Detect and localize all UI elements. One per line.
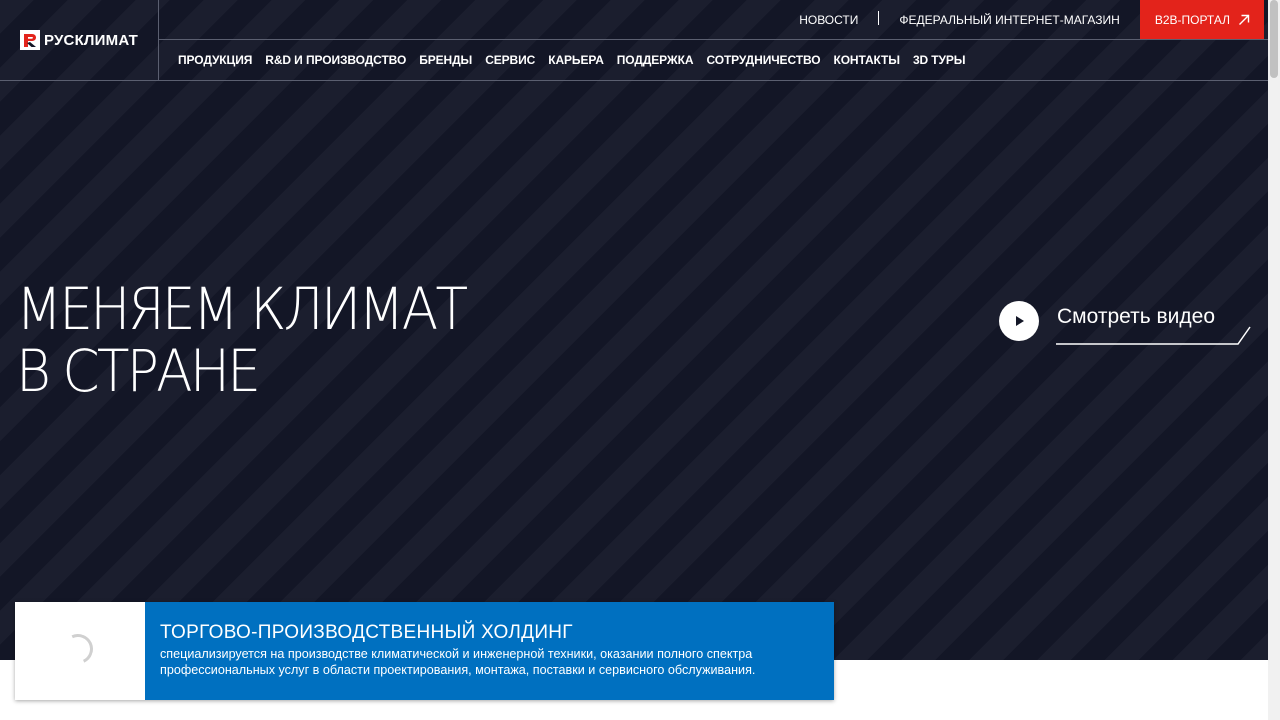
logo-text: РУСКЛИМАТ: [44, 31, 138, 49]
top-nav-separator: [878, 10, 880, 25]
nav-item-products[interactable]: ПРОДУКЦИЯ: [178, 53, 252, 67]
nav-item-brands[interactable]: БРЕНДЫ: [419, 53, 472, 67]
loading-spinner-icon: [58, 629, 98, 669]
nav-item-cooperation[interactable]: СОТРУДНИЧЕСТВО: [706, 53, 820, 67]
holding-info-card: ТОРГОВО-ПРОИЗВОДСТВЕННЫЙ ХОЛДИНГ специал…: [15, 602, 834, 700]
video-underline: [1056, 326, 1251, 345]
nav-item-3d-tours[interactable]: 3D ТУРЫ: [913, 53, 966, 67]
header-bottom-divider: [0, 80, 1268, 81]
card-description: специализируется на производстве климати…: [160, 647, 756, 677]
online-store-link[interactable]: ФЕДЕРАЛЬНЫЙ ИНТЕРНЕТ-МАГАЗИН: [899, 13, 1119, 27]
nav-item-contacts[interactable]: КОНТАКТЫ: [833, 53, 900, 67]
card-content: ТОРГОВО-ПРОИЗВОДСТВЕННЫЙ ХОЛДИНГ специал…: [145, 602, 834, 700]
card-title: ТОРГОВО-ПРОИЗВОДСТВЕННЫЙ ХОЛДИНГ: [160, 622, 573, 643]
nav-item-service[interactable]: СЕРВИС: [485, 53, 535, 67]
logo[interactable]: РУСКЛИМАТ: [0, 0, 159, 80]
play-icon[interactable]: [999, 301, 1039, 341]
scrollbar-thumb[interactable]: [1270, 0, 1278, 78]
nav-item-career[interactable]: КАРЬЕРА: [548, 53, 604, 67]
b2b-portal-label: B2B-ПОРТАЛ: [1154, 12, 1230, 27]
b2b-portal-button[interactable]: B2B-ПОРТАЛ: [1139, 0, 1264, 39]
nav-item-rnd[interactable]: R&D И ПРОИЗВОДСТВО: [265, 53, 406, 67]
main-nav: ПРОДУКЦИЯ R&D И ПРОИЗВОДСТВО БРЕНДЫ СЕРВ…: [178, 40, 978, 80]
hero-title-line-1: МЕНЯЕМ КЛИМАТ: [16, 275, 468, 343]
card-media: [15, 602, 145, 700]
hero-title-line-2: В СТРАНЕ: [16, 337, 261, 405]
page-scrollbar[interactable]: [1268, 0, 1280, 720]
hero-title: МЕНЯЕМ КЛИМАТ В СТРАНЕ: [16, 275, 468, 405]
arrow-up-right-icon: [1239, 14, 1250, 25]
logo-mark-icon: [20, 30, 40, 50]
nav-item-support[interactable]: ПОДДЕРЖКА: [617, 53, 694, 67]
top-nav: НОВОСТИ ФЕДЕРАЛЬНЫЙ ИНТЕРНЕТ-МАГАЗИН B2B…: [799, 0, 1264, 39]
news-link[interactable]: НОВОСТИ: [799, 13, 858, 27]
